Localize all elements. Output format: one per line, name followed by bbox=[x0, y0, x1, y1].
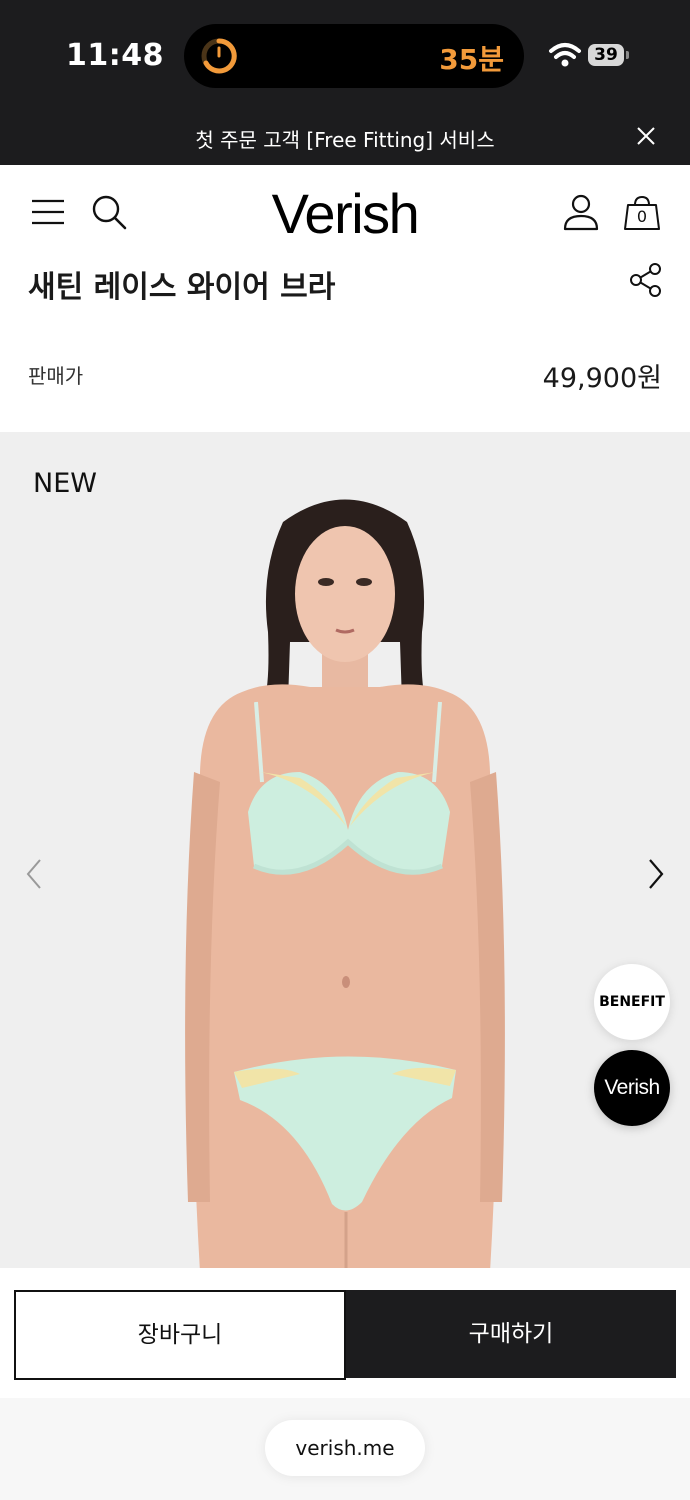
address-bar[interactable]: verish.me bbox=[265, 1420, 425, 1476]
status-time: 11:48 bbox=[66, 38, 164, 73]
price-label: 판매가 bbox=[28, 364, 84, 388]
site-header: Verish 0 bbox=[0, 165, 690, 265]
promo-text: 첫 주문 고객 [Free Fitting] 서비스 bbox=[195, 128, 495, 152]
wifi-icon bbox=[549, 43, 581, 67]
chevron-left-icon[interactable] bbox=[22, 856, 46, 892]
user-icon[interactable] bbox=[562, 193, 600, 231]
cart-count: 0 bbox=[636, 207, 648, 226]
purchase-action-bar: 장바구니 구매하기 bbox=[0, 1268, 690, 1398]
battery-level: 39 bbox=[588, 44, 624, 66]
timer-text: 35분 bbox=[439, 43, 504, 76]
buy-now-button[interactable]: 구매하기 bbox=[346, 1290, 676, 1378]
shopping-bag-icon[interactable]: 0 bbox=[622, 193, 662, 233]
timer-icon bbox=[201, 38, 237, 74]
add-to-cart-button[interactable]: 장바구니 bbox=[14, 1290, 346, 1380]
share-icon[interactable] bbox=[628, 262, 664, 298]
promo-banner[interactable]: 첫 주문 고객 [Free Fitting] 서비스 bbox=[0, 110, 690, 165]
close-icon[interactable] bbox=[634, 124, 658, 148]
battery-indicator: 39 bbox=[588, 44, 630, 68]
product-model-image bbox=[185, 499, 505, 1268]
dynamic-island[interactable]: 35분 bbox=[184, 24, 524, 88]
price-value: 49,900원 bbox=[542, 363, 662, 394]
product-gallery[interactable]: NEW bbox=[0, 432, 690, 1268]
battery-tip bbox=[626, 51, 629, 59]
chevron-right-icon[interactable] bbox=[644, 856, 668, 892]
benefit-button[interactable]: BENEFIT bbox=[594, 964, 670, 1040]
verish-chat-button[interactable]: Verish bbox=[594, 1050, 670, 1126]
status-bar: 11:48 35분 39 bbox=[0, 0, 690, 110]
product-title: 새틴 레이스 와이어 브라 bbox=[28, 270, 336, 305]
new-badge: NEW bbox=[33, 468, 97, 499]
